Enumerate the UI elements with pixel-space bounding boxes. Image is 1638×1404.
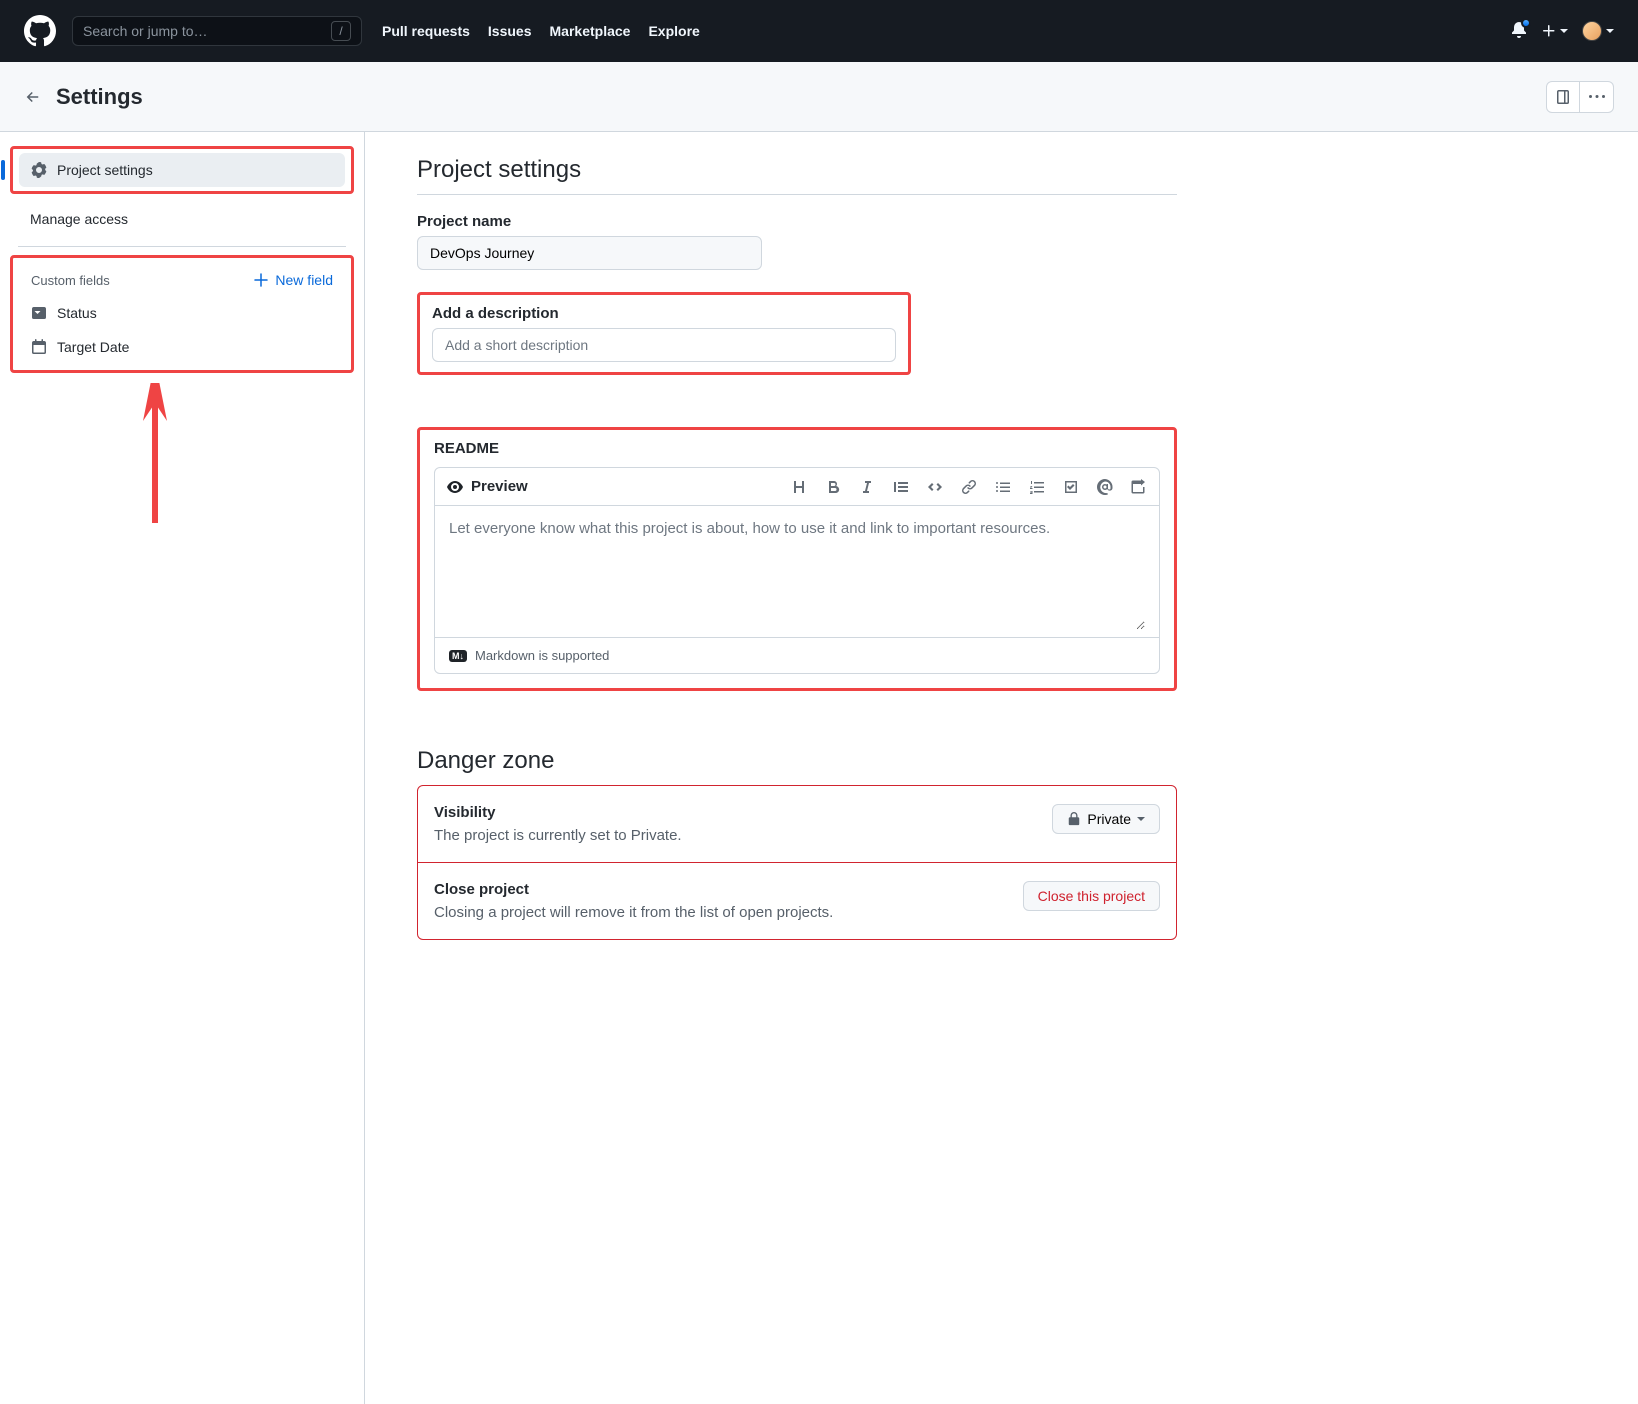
ordered-list-icon[interactable] [1029,479,1045,495]
sidebar-item-label: Project settings [57,162,153,178]
readme-label: README [434,440,1160,457]
danger-zone-box: Visibility The project is currently set … [417,785,1177,940]
annotation-box-sidebar-top: Project settings [10,146,354,194]
danger-visibility-row: Visibility The project is currently set … [418,786,1176,862]
github-logo-link[interactable] [24,15,56,47]
readme-toolbar: Preview [435,468,1159,506]
markdown-badge-icon: M↓ [449,650,467,662]
notifications-button[interactable] [1511,22,1527,41]
annotation-box-description: Add a description [417,292,911,375]
back-arrow-icon[interactable] [24,88,42,106]
nav-pull-requests[interactable]: Pull requests [382,23,470,39]
readme-footer: M↓ Markdown is supported [435,637,1159,673]
section-heading: Project settings [417,156,1177,184]
sidebar-item-label: Manage access [30,211,128,227]
readme-textarea[interactable] [449,520,1145,630]
plus-icon [253,272,269,288]
global-header: / Pull requests Issues Marketplace Explo… [0,0,1638,62]
topnav-links: Pull requests Issues Marketplace Explore [382,23,700,39]
new-field-button[interactable]: New field [253,272,333,288]
visibility-text: The project is currently set to Private. [434,827,682,844]
danger-zone-heading: Danger zone [417,747,1177,775]
avatar [1582,21,1602,41]
create-new-menu[interactable] [1541,23,1568,39]
sidebar-item-manage-access[interactable]: Manage access [18,202,346,236]
kebab-menu-button[interactable] [1580,81,1614,113]
close-project-text: Closing a project will remove it from th… [434,904,833,921]
search-box[interactable]: / [72,16,362,46]
code-icon[interactable] [927,479,943,495]
annotation-box-custom-fields: Custom fields New field Status Target Da… [10,255,354,373]
visibility-title: Visibility [434,804,682,821]
bold-icon[interactable] [825,479,841,495]
page-title: Settings [56,84,143,110]
cross-reference-icon[interactable] [1131,479,1147,495]
custom-fields-heading: Custom fields [31,273,110,288]
settings-sidebar: Project settings Manage access Custom fi… [0,132,365,1404]
readme-editor: Preview [434,467,1160,674]
custom-field-label: Status [57,305,97,321]
mention-icon[interactable] [1097,479,1113,495]
project-name-label: Project name [417,213,1177,230]
custom-field-label: Target Date [57,339,129,355]
visibility-button[interactable]: Private [1052,804,1160,834]
nav-marketplace[interactable]: Marketplace [550,23,631,39]
notification-dot [1521,18,1531,28]
italic-icon[interactable] [859,479,875,495]
description-label: Add a description [432,305,896,322]
heading-icon[interactable] [791,479,807,495]
single-select-icon [31,305,47,321]
user-menu[interactable] [1582,21,1614,41]
close-project-button[interactable]: Close this project [1023,881,1160,911]
unordered-list-icon[interactable] [995,479,1011,495]
search-input[interactable] [83,23,331,39]
nav-explore[interactable]: Explore [648,23,699,39]
lock-icon [1067,812,1081,826]
close-project-title: Close project [434,881,833,898]
slash-hint: / [331,21,351,41]
panel-toggle-button[interactable] [1546,81,1580,113]
nav-issues[interactable]: Issues [488,23,532,39]
calendar-icon [31,339,47,355]
quote-icon[interactable] [893,479,909,495]
project-name-input[interactable] [417,236,762,270]
markdown-supported-text: Markdown is supported [475,648,609,663]
eye-icon [447,479,463,495]
description-input[interactable] [432,328,896,362]
caret-down-icon [1137,817,1145,821]
danger-close-row: Close project Closing a project will rem… [418,862,1176,939]
annotation-arrow [0,373,364,533]
link-icon[interactable] [961,479,977,495]
page-subheader: Settings [0,62,1638,132]
task-list-icon[interactable] [1063,479,1079,495]
gear-icon [31,162,47,178]
preview-tab[interactable]: Preview [447,478,528,495]
sidebar-item-project-settings[interactable]: Project settings [19,153,345,187]
main-content: Project settings Project name Add a desc… [365,132,1195,1404]
custom-field-status[interactable]: Status [19,296,345,330]
annotation-box-readme: README Preview [417,427,1177,691]
custom-field-target-date[interactable]: Target Date [19,330,345,364]
